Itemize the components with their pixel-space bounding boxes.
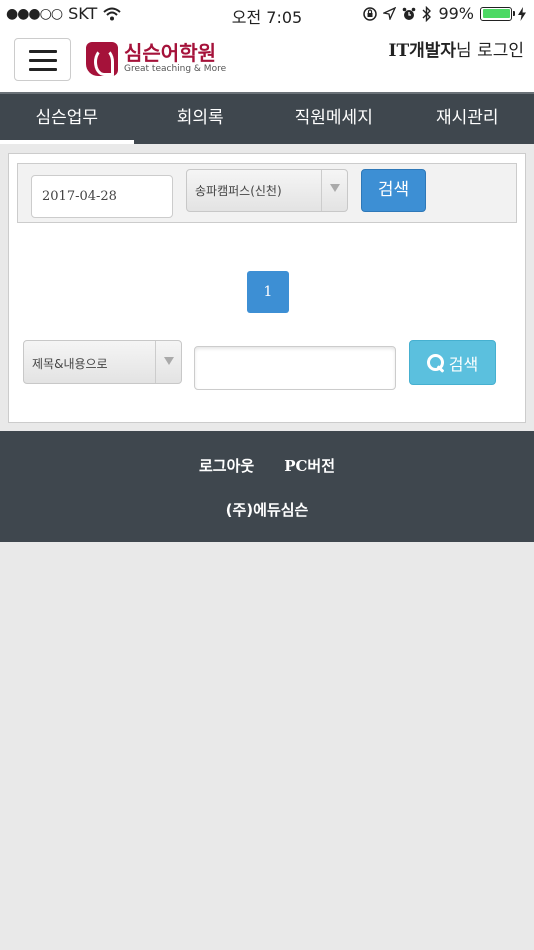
- battery-percent: 99%: [438, 4, 474, 23]
- status-bar: ●●●○○ SKT 오전 7:05 99%: [0, 0, 534, 28]
- logo-title: 심슨어학원: [124, 41, 216, 65]
- hamburger-icon: [29, 50, 57, 53]
- charging-icon: [518, 6, 526, 21]
- main-nav: 심슨업무 회의록 직원메세지 재시관리: [0, 92, 534, 144]
- app-header: 심슨어학원 Great teaching & More IT개발자님 로그인: [0, 28, 534, 92]
- hamburger-icon: [29, 59, 57, 62]
- company-name: (주)에듀심슨: [225, 501, 309, 519]
- footer: 로그아웃 PC버전 (주)에듀심슨: [0, 431, 534, 542]
- login-suffix: 님 로그인: [456, 41, 524, 61]
- user-name: IT개발자: [388, 41, 457, 61]
- logo-icon: [86, 42, 118, 76]
- logo-subtitle: Great teaching & More: [124, 64, 227, 74]
- menu-button[interactable]: [14, 38, 71, 81]
- search-field-selected-value: 제목&내용으로: [32, 357, 108, 371]
- tab-staff-messages[interactable]: 직원메세지: [267, 94, 401, 144]
- tab-simpson-work[interactable]: 심슨업무: [0, 94, 134, 144]
- search-panel: 2017-04-28 송파캠퍼스(신천) 검색: [17, 163, 517, 223]
- campus-select[interactable]: 송파캠퍼스(신천): [186, 169, 348, 212]
- search-icon: [426, 353, 445, 372]
- hamburger-icon: [29, 68, 57, 71]
- campus-selected-value: 송파캠퍼스(신천): [195, 184, 282, 198]
- orientation-lock-icon: [363, 6, 378, 21]
- search-field-select[interactable]: 제목&내용으로: [23, 340, 182, 384]
- content-card: 2017-04-28 송파캠퍼스(신천) 검색 1 제목&내용으로 검색: [8, 153, 526, 423]
- page-button-1[interactable]: 1: [247, 271, 289, 313]
- login-status: IT개발자님 로그인: [389, 36, 525, 61]
- chevron-down-icon: [321, 170, 347, 211]
- keyword-search-button[interactable]: 검색: [409, 340, 496, 385]
- alarm-icon: [403, 7, 416, 20]
- date-input[interactable]: 2017-04-28: [31, 175, 173, 218]
- chevron-down-icon: [155, 341, 181, 383]
- tab-retest-management[interactable]: 재시관리: [401, 94, 534, 144]
- bluetooth-icon: [422, 5, 432, 22]
- location-icon: [383, 7, 397, 20]
- pc-version-link[interactable]: PC버전: [284, 455, 335, 476]
- brand-logo[interactable]: 심슨어학원 Great teaching & More: [86, 42, 226, 76]
- tab-meeting-minutes[interactable]: 회의록: [134, 94, 268, 144]
- logout-link[interactable]: 로그아웃: [199, 455, 254, 476]
- keyword-search-label: 검색: [448, 354, 479, 374]
- battery-icon: [480, 6, 515, 21]
- search-button[interactable]: 검색: [361, 169, 426, 212]
- keyword-input[interactable]: [194, 346, 396, 390]
